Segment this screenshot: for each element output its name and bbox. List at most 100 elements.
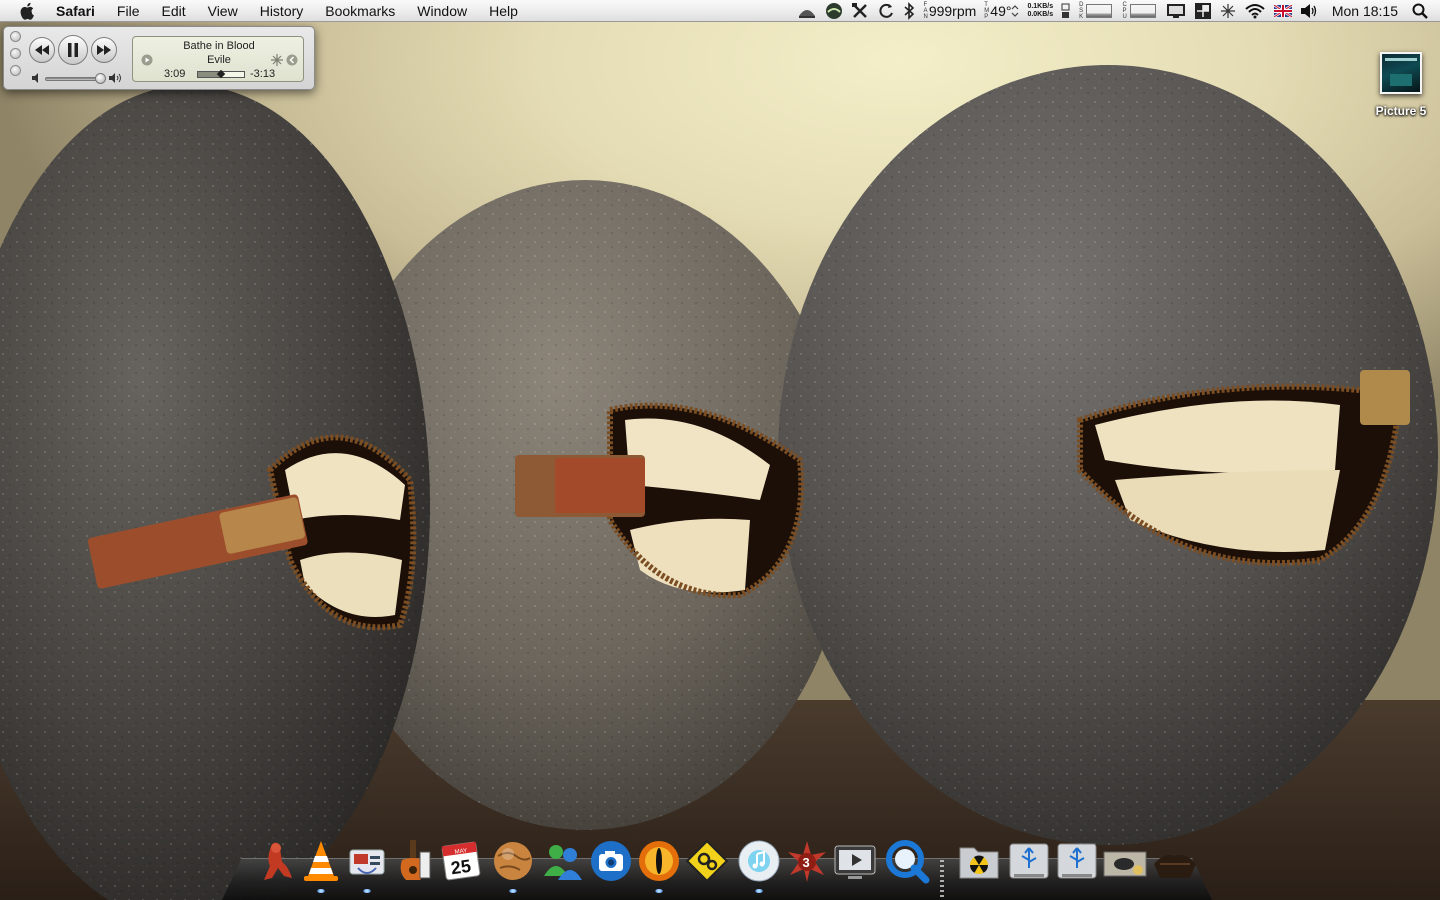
apple-icon[interactable]	[18, 1, 38, 21]
minimize-button[interactable]	[10, 48, 21, 59]
previous-track-button[interactable]	[29, 37, 55, 63]
dock-vlc[interactable]	[298, 838, 344, 893]
spotlight-search-icon[interactable]	[1412, 0, 1428, 22]
dock-divider[interactable]	[940, 860, 944, 898]
fan-speed-label: F A N	[923, 2, 927, 20]
dock-camera[interactable]	[588, 838, 634, 884]
temperature-readout[interactable]: T M P 49°	[984, 0, 1019, 22]
desktop-wallpaper	[0, 0, 1440, 900]
desktop-icon-label: Picture 5	[1375, 104, 1427, 118]
genius-snowflake-icon[interactable]	[271, 54, 283, 66]
running-indicator	[509, 889, 517, 893]
running-indicator	[755, 889, 763, 893]
dock-ical[interactable]: MAY 25	[438, 838, 484, 884]
wifi-icon[interactable]	[1244, 0, 1266, 22]
now-playing-display[interactable]: Bathe in Blood Evile 3:09 -3:13	[132, 36, 304, 82]
menu-edit[interactable]: Edit	[150, 0, 196, 22]
wallpaper-stones	[0, 65, 1438, 900]
ical-icon: MAY 25	[441, 841, 481, 881]
cpu-graph[interactable]: C P U	[1122, 0, 1157, 22]
dock-character-app[interactable]	[252, 838, 298, 884]
menu-window[interactable]: Window	[406, 0, 478, 22]
track-title: Bathe in Blood	[183, 40, 255, 52]
itunes-disc-icon	[738, 840, 780, 882]
badge-number: 3	[803, 855, 810, 870]
desktop-file-picture-5[interactable]: Picture 5	[1368, 52, 1434, 118]
network-throughput[interactable]: 0.1KB/s 0.0KB/s	[1027, 0, 1053, 22]
fan-label-letter: N	[923, 14, 928, 20]
close-button[interactable]	[10, 31, 21, 42]
vlc-icon	[304, 841, 338, 881]
dock-automator-sign[interactable]	[684, 838, 730, 884]
progress-bar[interactable]	[197, 69, 245, 79]
eject-icon[interactable]	[797, 0, 817, 22]
front-row-icon	[834, 845, 876, 879]
volume-icon[interactable]	[1300, 0, 1318, 22]
elapsed-time: 3:09	[164, 68, 186, 80]
play-pause-button[interactable]	[58, 35, 88, 65]
menu-view[interactable]: View	[197, 0, 249, 22]
bluetooth-icon[interactable]	[903, 0, 915, 22]
volume-low-icon	[32, 73, 38, 83]
disk-graph-label: D S K	[1079, 2, 1083, 20]
badge-icon: 3	[788, 841, 826, 882]
network-up-value: 0.1KB/s	[1027, 3, 1054, 10]
dock-itunes[interactable]	[736, 838, 782, 893]
itunes-mini-player: Bathe in Blood Evile 3:09 -3:13	[3, 26, 315, 90]
menu-history[interactable]: History	[249, 0, 315, 22]
dock-box-items[interactable]	[1102, 838, 1148, 884]
dock-badge-app[interactable]: 3	[784, 838, 830, 884]
rewind-icon	[35, 45, 49, 55]
network-down-value: 0.0KB/s	[1027, 11, 1054, 18]
running-indicator	[317, 889, 325, 893]
display-mirroring-icon[interactable]	[1166, 0, 1186, 22]
fan-speed-readout[interactable]: F A N 999rpm	[923, 0, 976, 22]
dock-messenger[interactable]	[540, 838, 586, 884]
pause-icon	[68, 43, 78, 57]
temperature-chevrons-icon	[1012, 5, 1019, 17]
disk-graph-area	[1086, 4, 1113, 18]
box-items-icon	[1103, 851, 1147, 877]
running-indicator	[655, 889, 663, 893]
dock-eye[interactable]	[636, 838, 682, 893]
dock-radioactive-folder[interactable]	[956, 838, 1002, 884]
disk-label-letter: K	[1079, 14, 1084, 20]
dock-front-row[interactable]	[832, 838, 878, 884]
dock-mail-stamp[interactable]	[344, 838, 390, 893]
spaces-icon[interactable]	[1194, 0, 1212, 22]
menu-app-name[interactable]: Safari	[52, 0, 106, 22]
volume-slider-knob[interactable]	[95, 73, 106, 84]
tools-icon[interactable]	[851, 0, 869, 22]
dock-globe[interactable]	[490, 838, 536, 893]
picture-thumbnail-icon	[1380, 52, 1422, 94]
temperature-label: T M P	[984, 2, 989, 20]
mail-stamp-icon	[349, 849, 385, 875]
sync-status-icon[interactable]	[825, 0, 843, 22]
menu-bookmarks[interactable]: Bookmarks	[314, 0, 406, 22]
time-machine-sync-icon[interactable]	[877, 0, 895, 22]
dock-garageband[interactable]	[390, 838, 436, 884]
uk-flag-icon[interactable]	[1273, 0, 1292, 22]
menu-help[interactable]: Help	[478, 0, 529, 22]
dock-trash[interactable]	[1152, 838, 1198, 884]
sparkle-icon[interactable]	[1220, 0, 1236, 22]
back-arrow-icon[interactable]	[286, 54, 298, 66]
menu-file[interactable]: File	[106, 0, 151, 22]
disk-activity-icon[interactable]	[1061, 0, 1071, 22]
globe-icon	[494, 842, 532, 880]
dock-quicktime[interactable]	[884, 838, 930, 884]
messenger-icon	[544, 845, 582, 880]
fan-speed-value: 999rpm	[928, 3, 977, 19]
dock-usb-drive-2[interactable]	[1054, 838, 1100, 884]
disk-graph[interactable]: D S K	[1079, 0, 1114, 22]
zoom-button[interactable]	[10, 65, 21, 76]
next-track-button[interactable]	[91, 37, 117, 63]
lcd-play-icon[interactable]	[141, 54, 153, 66]
ical-day: 25	[450, 856, 473, 879]
menu-clock[interactable]: Mon 18:15	[1332, 0, 1398, 22]
usb-drive-2-icon	[1057, 843, 1097, 879]
cpu-graph-label: C P U	[1122, 2, 1126, 20]
running-indicator	[363, 889, 371, 893]
dock-usb-drive[interactable]	[1006, 838, 1052, 884]
garageband-icon	[400, 840, 431, 880]
